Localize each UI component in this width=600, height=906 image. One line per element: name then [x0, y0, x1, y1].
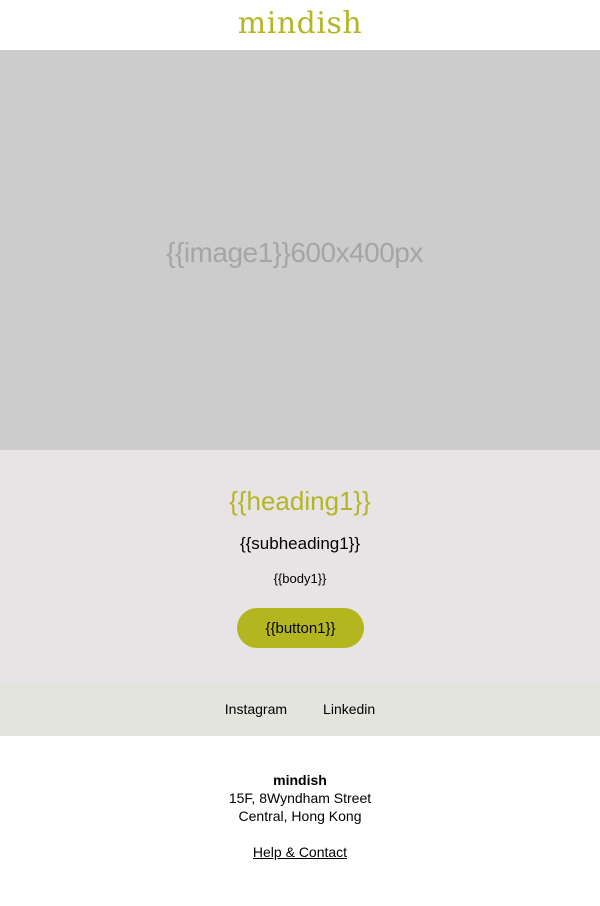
cta-button[interactable]: {{button1}}: [237, 608, 364, 648]
hero-image-label: {{image1}}600x400px: [166, 237, 423, 268]
help-contact-link[interactable]: Help & Contact: [253, 843, 347, 861]
footer-company-name: mindish: [273, 772, 327, 788]
heading: {{heading1}}: [229, 486, 371, 516]
footer-address-line1: 15F, 8Wyndham Street: [228, 790, 372, 806]
content-section: {{heading1}} {{subheading1}} {{body1}} {…: [0, 450, 600, 682]
mindish-logo[interactable]: mindish: [238, 9, 362, 39]
email-header: mindish: [0, 0, 600, 50]
social-links-bar: Instagram Linkedin: [0, 682, 600, 736]
linkedin-link[interactable]: Linkedin: [323, 701, 375, 717]
hero-image-placeholder: {{image1}}600x400px: [0, 50, 600, 450]
body-text: {{body1}}: [273, 571, 327, 586]
instagram-link[interactable]: Instagram: [225, 701, 287, 717]
subheading: {{subheading1}}: [239, 534, 361, 553]
footer: mindish 15F, 8Wyndham Street Central, Ho…: [0, 736, 600, 861]
footer-address-line2: Central, Hong Kong: [238, 808, 362, 824]
